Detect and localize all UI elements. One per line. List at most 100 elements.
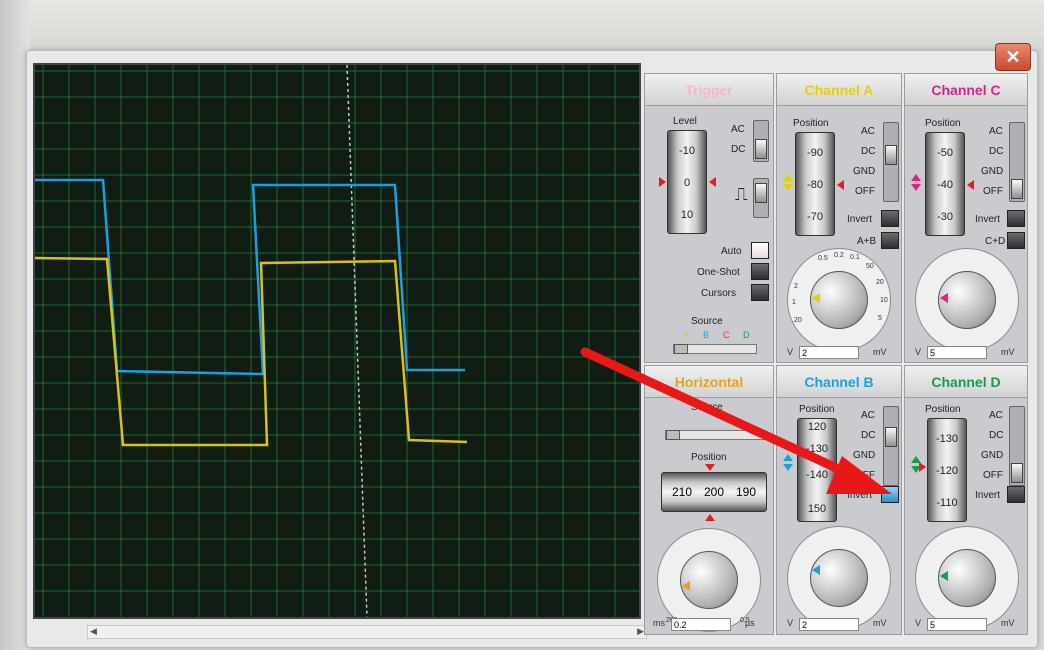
horizontal-time-knob[interactable]: 200 0.5	[657, 528, 761, 632]
channel-c-unit-right: mV	[1001, 347, 1015, 357]
position-tick: -80	[807, 179, 823, 191]
channel-a-invert-button[interactable]	[881, 210, 899, 227]
level-tick: 10	[680, 209, 694, 221]
channel-c-down-icon	[911, 184, 921, 191]
scroll-left-icon[interactable]: ◀	[90, 626, 97, 637]
channel-b-dc-label: DC	[861, 430, 876, 441]
position-tick: 120	[807, 421, 827, 433]
channel-c-scale-field[interactable]: 5	[927, 346, 987, 359]
source-b-label: B	[703, 330, 710, 340]
dial-mark: 10	[880, 297, 888, 304]
channel-c-invert-label: Invert	[975, 214, 1001, 225]
channel-c-volts-knob[interactable]	[915, 248, 1019, 352]
one-shot-button[interactable]	[751, 263, 769, 280]
channel-a-dc-label: DC	[861, 146, 876, 157]
channel-a-coupling-switch[interactable]	[883, 122, 899, 202]
channel-c-coupling-switch[interactable]	[1009, 122, 1025, 202]
channel-d-invert-button[interactable]	[1007, 486, 1025, 503]
channel-c-position-drum[interactable]: -50 -40 -30	[925, 132, 965, 236]
trigger-title: Trigger	[645, 74, 773, 106]
channel-b-scale-field[interactable]: 2	[799, 618, 859, 631]
channel-d-gnd-label: GND	[981, 450, 1004, 461]
channel-c-dc-label: DC	[989, 146, 1004, 157]
channel-d-position-drum[interactable]: -130 -120 -110	[927, 418, 967, 522]
channel-d-invert-label: Invert	[975, 490, 1001, 501]
channel-a-scale-field[interactable]: 2	[799, 346, 859, 359]
horizontal-unit-right: µs	[745, 618, 755, 628]
channel-d-unit-left: V	[915, 618, 922, 628]
cursors-label: Cursors	[701, 288, 737, 299]
channel-b-volts-knob[interactable]	[787, 526, 891, 630]
auto-label: Auto	[721, 246, 742, 257]
channel-d-marker	[919, 462, 926, 472]
channel-c-combo-button[interactable]	[1007, 232, 1025, 249]
dial-mark: 1	[792, 299, 796, 306]
horizontal-position-label: Position	[691, 452, 727, 463]
level-tick: -10	[679, 145, 695, 157]
channel-d-coupling-switch[interactable]	[1009, 406, 1025, 486]
trigger-edge-switch[interactable]	[753, 178, 769, 218]
channel-a-combo-label: A+B	[857, 236, 877, 247]
horizontal-title: Horizontal	[645, 366, 773, 398]
channel-a-down-icon	[783, 184, 793, 191]
position-tick: 150	[807, 503, 827, 515]
channel-b-off-label: OFF	[855, 470, 875, 481]
position-tick: -140	[805, 469, 829, 481]
channel-d-volts-knob[interactable]	[915, 526, 1019, 630]
channel-a-panel: Channel A Position -90 -80 -70 AC DC GND…	[776, 73, 902, 363]
horizontal-panel: Horizontal Source Position 210 200 190 2…	[644, 365, 774, 635]
source-c-label: C	[723, 330, 730, 340]
trigger-source-slider[interactable]	[673, 344, 757, 354]
scroll-right-icon[interactable]: ▶	[637, 626, 644, 637]
channel-a-combo-button[interactable]	[881, 232, 899, 249]
horizontal-position-drum[interactable]: 210 200 190	[661, 472, 767, 512]
cursors-button[interactable]	[751, 284, 769, 301]
channel-b-up-icon	[783, 454, 793, 461]
dial-mark: 0.5	[818, 255, 828, 262]
channel-a-ac-label: AC	[861, 126, 875, 137]
channel-c-invert-button[interactable]	[1007, 210, 1025, 227]
horizontal-scale-field[interactable]: 0.2	[671, 618, 731, 631]
channel-c-gnd-label: GND	[981, 166, 1004, 177]
level-marker-left	[659, 177, 666, 187]
auto-button[interactable]	[751, 242, 769, 259]
channel-c-position-label: Position	[925, 118, 961, 129]
trigger-dc-label: DC	[731, 144, 746, 155]
channel-a-marker	[837, 180, 844, 190]
channel-b-invert-label: Invert	[847, 490, 873, 501]
trigger-ac-label: AC	[731, 124, 745, 135]
channel-a-position-drum[interactable]: -90 -80 -70	[795, 132, 835, 236]
horizontal-scrollbar[interactable]: ◀ ▶	[87, 625, 647, 639]
dial-mark: 0.2	[834, 252, 844, 259]
position-tick: -50	[937, 147, 953, 159]
channel-a-volts-knob[interactable]: 0.5 0.2 0.1 50 20 10 5 2 1 20	[787, 248, 891, 352]
close-icon: ✕	[1005, 46, 1021, 67]
channel-d-unit-right: mV	[1001, 618, 1015, 628]
dial-mark: 0.1	[850, 254, 860, 261]
channel-d-scale-field[interactable]: 5	[927, 618, 987, 631]
horizontal-source-slider[interactable]	[665, 430, 765, 440]
trigger-level-drum[interactable]: -10 0 10	[667, 130, 707, 234]
channel-a-up-icon	[783, 174, 793, 181]
channel-b-invert-button[interactable]	[881, 486, 899, 503]
position-tick: -40	[937, 179, 953, 191]
horizontal-marker-bottom	[705, 514, 715, 521]
trigger-coupling-switch[interactable]	[753, 120, 769, 162]
channel-a-unit-left: V	[787, 347, 794, 357]
background-desk	[0, 0, 1044, 40]
oscilloscope-screen	[33, 63, 641, 619]
channel-d-position-label: Position	[925, 404, 961, 415]
position-tick: -130	[935, 433, 959, 445]
close-button[interactable]: ✕	[995, 43, 1031, 71]
dial-mark: 5	[878, 315, 882, 322]
scope-display	[35, 65, 639, 617]
position-tick: -120	[935, 465, 959, 477]
trigger-source-label: Source	[691, 316, 723, 327]
position-tick: 190	[736, 485, 757, 499]
channel-c-up-icon	[911, 174, 921, 181]
channel-b-position-drum[interactable]: 120 -130 -140 150	[797, 418, 837, 522]
dial-mark: 50	[866, 263, 874, 270]
dial-mark: 20	[876, 279, 884, 286]
channel-b-coupling-switch[interactable]	[883, 406, 899, 486]
channel-c-ac-label: AC	[989, 126, 1003, 137]
